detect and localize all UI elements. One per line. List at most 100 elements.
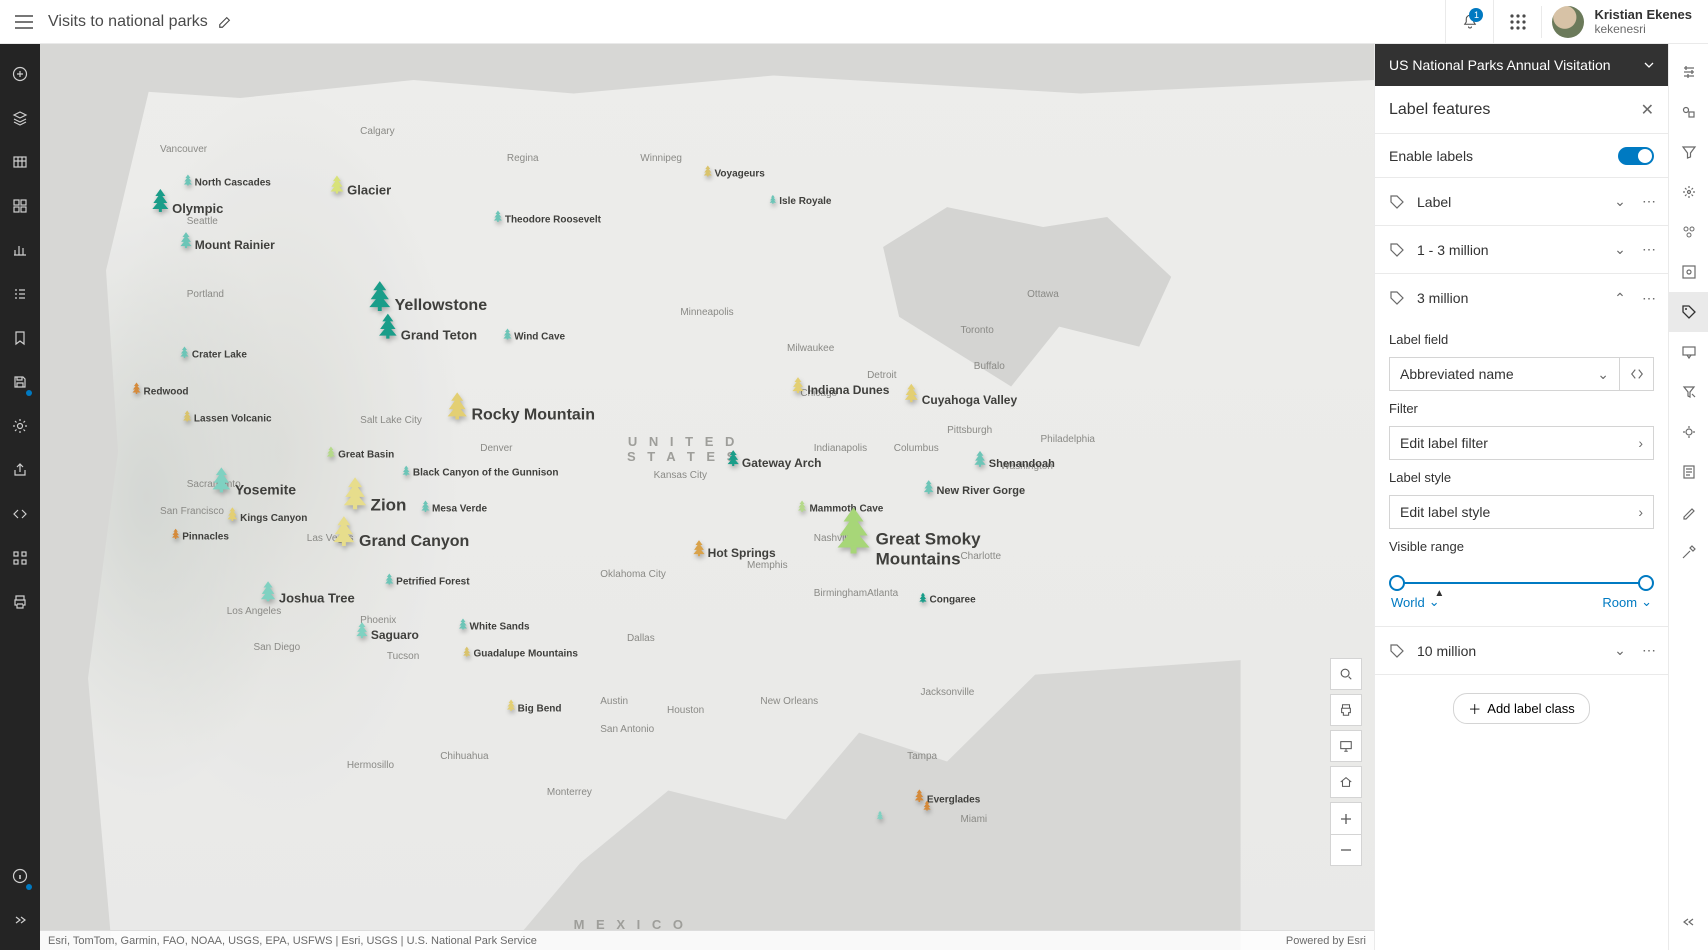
map-zoom-out-button[interactable]	[1330, 834, 1362, 866]
tag-icon	[1389, 194, 1407, 210]
city-label: Dallas	[627, 633, 655, 644]
city-label: Indianapolis	[814, 443, 867, 454]
rail-share[interactable]	[0, 450, 40, 490]
range-min-button[interactable]: World ⌄	[1391, 594, 1440, 610]
city-label: Minneapolis	[680, 307, 733, 318]
class-options-button[interactable]: ⋯	[1640, 290, 1660, 307]
city-label: Charlotte	[960, 551, 1001, 562]
avatar	[1552, 6, 1584, 38]
rr-tools[interactable]	[1669, 532, 1708, 572]
rail-expand[interactable]	[0, 900, 40, 940]
city-label: Chihuahua	[440, 751, 488, 762]
rr-configure[interactable]	[1669, 412, 1708, 452]
close-panel-button[interactable]: ✕	[1641, 100, 1654, 120]
rail-apps[interactable]	[0, 538, 40, 578]
rr-sketch[interactable]	[1669, 492, 1708, 532]
rr-popup[interactable]	[1669, 332, 1708, 372]
map-print-button[interactable]	[1330, 694, 1362, 726]
range-handle-min[interactable]	[1389, 575, 1405, 591]
visible-range-slider[interactable]: ▲	[1397, 582, 1646, 584]
city-label: Portland	[187, 289, 224, 300]
city-label: Seattle	[187, 216, 218, 227]
rail-add[interactable]	[0, 54, 40, 94]
map-display-button[interactable]	[1330, 730, 1362, 762]
country-label-us: U N I T E D S T A T E S	[627, 434, 739, 464]
tag-icon	[1389, 242, 1407, 258]
rr-properties[interactable]	[1669, 52, 1708, 92]
label-field-select[interactable]: Abbreviated name ⌄	[1389, 357, 1620, 391]
city-label: Denver	[480, 443, 512, 454]
class-options-button[interactable]: ⋯	[1640, 241, 1660, 258]
enable-labels-label: Enable labels	[1389, 148, 1618, 164]
city-label: Tucson	[387, 651, 419, 662]
rail-save[interactable]	[0, 362, 40, 402]
enable-labels-toggle[interactable]	[1618, 147, 1654, 165]
rr-analysis[interactable]	[1669, 372, 1708, 412]
city-label: Memphis	[747, 560, 788, 571]
label-class-3-million[interactable]: 3 million ⌃ ⋯	[1375, 274, 1668, 322]
city-label: Jacksonville	[920, 687, 974, 698]
range-handle-max[interactable]	[1638, 575, 1654, 591]
chevron-right-icon: ›	[1638, 504, 1643, 520]
map-search-button[interactable]	[1330, 658, 1362, 690]
add-label-class-button[interactable]: ＋ Add label class	[1453, 693, 1589, 724]
city-label: Washington	[1000, 461, 1052, 472]
app-launcher-button[interactable]	[1493, 0, 1541, 44]
tag-icon	[1389, 643, 1407, 659]
rail-tables[interactable]	[0, 142, 40, 182]
rr-labels[interactable]	[1669, 292, 1708, 332]
rail-print[interactable]	[0, 582, 40, 622]
rr-symbology[interactable]	[1669, 92, 1708, 132]
rail-basemap[interactable]	[0, 186, 40, 226]
city-label: Monterrey	[547, 787, 592, 798]
rail-bookmarks[interactable]	[0, 318, 40, 358]
rail-info[interactable]	[0, 856, 40, 896]
user-menu[interactable]: Kristian Ekenes kekenesri	[1541, 6, 1708, 38]
rr-cluster[interactable]	[1669, 212, 1708, 252]
city-label: Vancouver	[160, 144, 207, 155]
rr-fields[interactable]	[1669, 252, 1708, 292]
edit-label-style-button[interactable]: Edit label style ›	[1389, 495, 1654, 529]
notifications-button[interactable]: 1	[1445, 0, 1493, 44]
city-label: Regina	[507, 153, 539, 164]
layer-dropdown[interactable]: US National Parks Annual Visitation	[1375, 44, 1668, 86]
rail-charts[interactable]	[0, 230, 40, 270]
city-label: Las Vegas	[307, 533, 354, 544]
city-label: Chicago	[800, 388, 837, 399]
expression-button[interactable]	[1620, 357, 1654, 391]
city-label: Tampa	[907, 751, 937, 762]
rr-effects[interactable]	[1669, 172, 1708, 212]
rail-settings[interactable]	[0, 406, 40, 446]
rr-filter[interactable]	[1669, 132, 1708, 172]
rr-forms[interactable]	[1669, 452, 1708, 492]
city-label: San Diego	[253, 642, 300, 653]
label-class-10-million[interactable]: 10 million ⌄ ⋯	[1375, 627, 1668, 675]
plus-icon: ＋	[1468, 699, 1481, 718]
powered-by: Powered by Esri	[1286, 935, 1366, 947]
city-label: Nashville	[814, 533, 855, 544]
class-options-button[interactable]: ⋯	[1640, 193, 1660, 210]
tag-icon	[1389, 290, 1407, 306]
map-home-button[interactable]	[1330, 766, 1362, 798]
city-label: Miami	[960, 814, 987, 825]
city-label: Detroit	[867, 370, 896, 381]
menu-button[interactable]	[0, 15, 48, 29]
chevron-down-icon: ⌄	[1610, 642, 1630, 659]
city-label: Calgary	[360, 126, 394, 137]
map-zoom-in-button[interactable]	[1330, 802, 1362, 834]
label-class-label[interactable]: Label ⌄ ⋯	[1375, 178, 1668, 226]
label-field-label: Label field	[1389, 332, 1654, 347]
edit-filter-button[interactable]: Edit label filter ›	[1389, 426, 1654, 460]
edit-title-icon[interactable]	[218, 15, 232, 29]
map-canvas[interactable]: U N I T E D S T A T E S M E X I C O Vanc…	[40, 44, 1374, 950]
rail-embed[interactable]	[0, 494, 40, 534]
class-options-button[interactable]: ⋯	[1640, 642, 1660, 659]
rail-layers[interactable]	[0, 98, 40, 138]
chevron-down-icon: ⌄	[1610, 193, 1630, 210]
city-label: Kansas City	[654, 470, 707, 481]
range-max-button[interactable]: Room ⌄	[1602, 594, 1652, 610]
rr-collapse[interactable]	[1669, 902, 1708, 942]
city-label: Buffalo	[974, 361, 1005, 372]
label-class-1-3-million[interactable]: 1 - 3 million ⌄ ⋯	[1375, 226, 1668, 274]
rail-legend[interactable]	[0, 274, 40, 314]
